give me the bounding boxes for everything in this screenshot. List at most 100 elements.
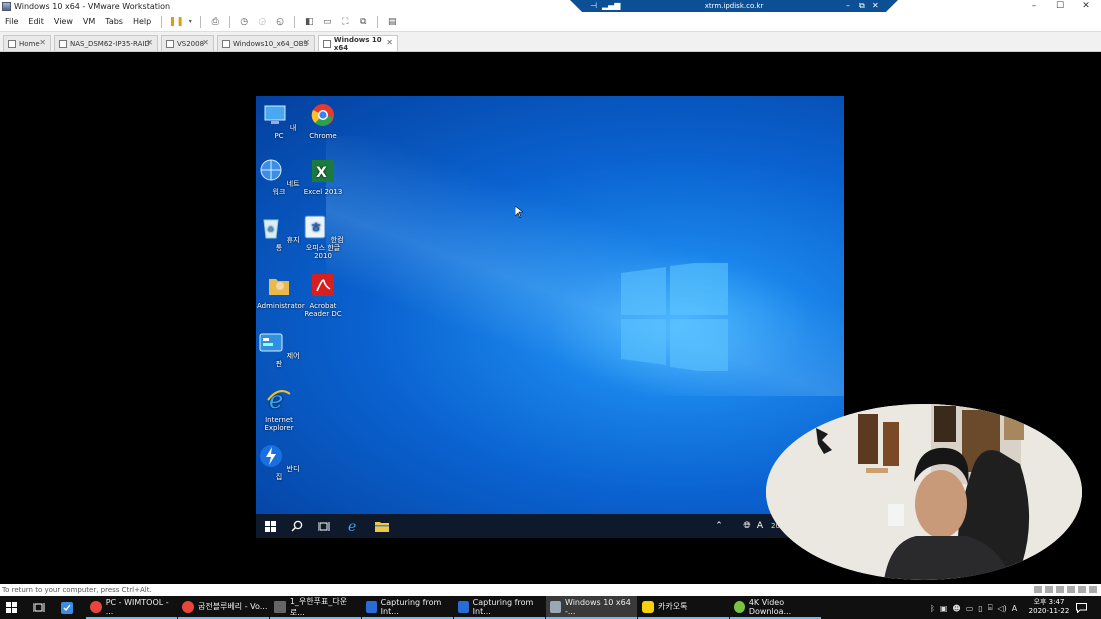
security-icon[interactable]: ▣ — [940, 604, 948, 613]
tab-vs2008[interactable]: VS2008 ✕ — [161, 35, 214, 51]
minimize-button[interactable]: – — [1021, 0, 1047, 12]
taskbar-app-capturing-2[interactable]: Capturing from Int... — [454, 596, 545, 619]
taskbar-app-vmware[interactable]: Windows 10 x64 -... — [546, 596, 637, 619]
network-adapter-icon[interactable] — [1056, 586, 1064, 593]
computer-icon — [264, 105, 286, 124]
maximize-button[interactable]: ☐ — [1047, 0, 1073, 12]
desktop-icon-internet-explorer[interactable]: e Internet Explorer — [257, 386, 301, 432]
close-button[interactable]: ✕ — [1073, 0, 1099, 12]
vm-icon — [323, 39, 331, 48]
close-icon[interactable]: ✕ — [386, 38, 393, 47]
desktop-icon-bandizip[interactable]: 반디집 — [257, 443, 301, 481]
cd-drive-icon[interactable] — [1045, 586, 1053, 593]
kakaotalk-icon — [642, 600, 654, 613]
menu-file[interactable]: File — [0, 17, 23, 26]
desktop-icon-my-pc[interactable]: 내 PC — [257, 102, 301, 140]
acrobat-icon — [312, 274, 334, 296]
device-status-icons — [1034, 586, 1097, 593]
menu-edit[interactable]: Edit — [23, 17, 49, 26]
language-globe-icon[interactable]: 🌐︎ — [741, 518, 753, 534]
unity-icon[interactable]: ⧉ — [356, 15, 370, 29]
display-icon[interactable]: ▭ — [966, 604, 974, 613]
desktop-icon-chrome[interactable]: Chrome — [301, 102, 345, 140]
desktop-icon-network[interactable]: 네트워크 — [257, 158, 301, 196]
ime-indicator[interactable]: A — [1012, 604, 1017, 613]
recycle-bin-icon: ♻ — [263, 219, 279, 239]
banner-close-button[interactable]: ✕ — [872, 1, 879, 10]
message-log-icon[interactable] — [1089, 586, 1097, 593]
vm-screen[interactable]: 내 PC Chrome 네트워크 X Excel 2013 ♻ 휴지통 ㅎ 한컴… — [256, 96, 844, 538]
guest-ime-indicator[interactable]: A — [755, 518, 765, 534]
console-view-icon[interactable]: ▤ — [385, 15, 399, 29]
4k-downloader-icon — [734, 600, 745, 613]
host-clock[interactable]: 오후 3:47 2020-11-22 — [1027, 598, 1071, 616]
taskbar-app-chrome-wimtool[interactable]: PC - WIMTOOL - ... — [86, 596, 177, 619]
close-icon[interactable]: ✕ — [39, 38, 46, 47]
taskbar-app-capturing-1[interactable]: Capturing from Int... — [362, 596, 453, 619]
bluetooth-icon[interactable]: ᛒ — [930, 604, 935, 613]
toolbar-separator — [294, 15, 296, 28]
banner-minimize-button[interactable]: – — [846, 1, 850, 10]
capture-app-icon — [366, 600, 377, 613]
tab-windows10-obs[interactable]: Windows10_x64_OBS ✕ — [217, 35, 315, 51]
hard-disk-icon[interactable] — [1034, 586, 1042, 593]
tab-windows10-x64[interactable]: Windows 10 x64 ✕ — [318, 35, 398, 52]
send-ctrl-alt-del-icon[interactable]: ⎙ — [208, 15, 222, 29]
tab-label: Home — [19, 39, 40, 48]
file-explorer-icon[interactable] — [373, 518, 391, 534]
chevron-down-icon[interactable]: ▾ — [187, 15, 193, 29]
menu-help[interactable]: Help — [128, 17, 156, 26]
snapshot-icon[interactable]: ◷ — [237, 15, 251, 29]
taskbar-app-chrome-youtube[interactable]: 굽전블루베리 - Vo... — [178, 596, 269, 619]
pause-icon[interactable]: ❚❚ — [169, 15, 184, 29]
show-hidden-icons-icon[interactable]: ⌃ — [713, 518, 725, 534]
edge-icon[interactable]: e — [345, 518, 363, 534]
menu-tabs[interactable]: Tabs — [100, 17, 128, 26]
people-icon[interactable]: ☻ — [952, 604, 960, 613]
close-icon[interactable]: ✕ — [303, 38, 310, 47]
pinned-app-icon[interactable] — [61, 596, 77, 619]
bandizip-icon — [260, 445, 283, 467]
desktop-icon-administrator[interactable]: Administrator — [257, 272, 305, 310]
close-icon[interactable]: ✕ — [202, 38, 209, 47]
library-icon[interactable]: ◧ — [302, 15, 316, 29]
tab-nas-dsm62[interactable]: NAS_DSM62-IP35-RAID ✕ — [54, 35, 158, 51]
taskbar-app-label: 4K Video Downloa... — [748, 597, 792, 616]
close-icon[interactable]: ✕ — [146, 38, 153, 47]
network-icon[interactable]: ⌸ — [988, 603, 993, 613]
menu-view[interactable]: View — [49, 17, 78, 26]
taskbar-app-label: Windows 10 x64 -... — [564, 597, 631, 616]
taskbar-app-4k-video-downloader[interactable]: 4K Video Downloa... — [730, 596, 821, 619]
taskbar-app-folder-download[interactable]: 1_우한푸표_다운로... — [270, 596, 361, 619]
taskbar-app-kakaotalk[interactable]: 카카오톡 — [638, 596, 729, 619]
host-task-view-icon[interactable] — [33, 596, 49, 619]
snapshot-manager-icon[interactable]: ◵ — [273, 15, 287, 29]
hangul-icon: ㅎ — [304, 215, 326, 239]
thumbnail-bar-icon[interactable]: ▭ — [320, 15, 334, 29]
desktop-icon-hancom-hangul[interactable]: ㅎ 한컴오피스 한글 2010 — [301, 214, 345, 260]
notification-center-icon[interactable] — [1076, 596, 1092, 619]
host-start-icon[interactable] — [6, 596, 22, 619]
usb-icon[interactable] — [1067, 586, 1075, 593]
wallpaper-light-beam — [326, 136, 844, 396]
full-screen-icon[interactable]: ⛶ — [338, 15, 352, 29]
desktop-icon-excel[interactable]: X Excel 2013 — [301, 158, 345, 196]
home-icon — [8, 39, 16, 48]
search-icon[interactable] — [289, 518, 305, 534]
taskbar-app-label: Capturing from Int... — [380, 597, 442, 616]
window-title-bar[interactable]: Windows 10 x64 - VMware Workstation – ☐ … — [0, 0, 1101, 12]
tab-home[interactable]: Home ✕ — [3, 35, 51, 51]
banner-restore-button[interactable]: ⧉ — [859, 1, 865, 11]
windows-start-icon[interactable] — [262, 518, 278, 534]
task-view-icon[interactable] — [316, 518, 332, 534]
sound-icon[interactable] — [1078, 586, 1086, 593]
menu-vm[interactable]: VM — [78, 17, 100, 26]
battery-icon[interactable]: ▯ — [978, 604, 982, 613]
toolbar-separator — [229, 15, 231, 28]
desktop-icon-acrobat-reader[interactable]: Acrobat Reader DC — [301, 272, 345, 318]
volume-icon[interactable]: ◁) — [998, 604, 1007, 613]
desktop-icon-control-panel[interactable]: 제어판 — [257, 330, 301, 368]
host-taskbar: PC - WIMTOOL - ... 굽전블루베리 - Vo... 1_우한푸표… — [0, 596, 1101, 619]
revert-snapshot-icon[interactable]: ◶ — [255, 15, 269, 29]
desktop-icon-recycle-bin[interactable]: ♻ 휴지통 — [257, 214, 301, 252]
